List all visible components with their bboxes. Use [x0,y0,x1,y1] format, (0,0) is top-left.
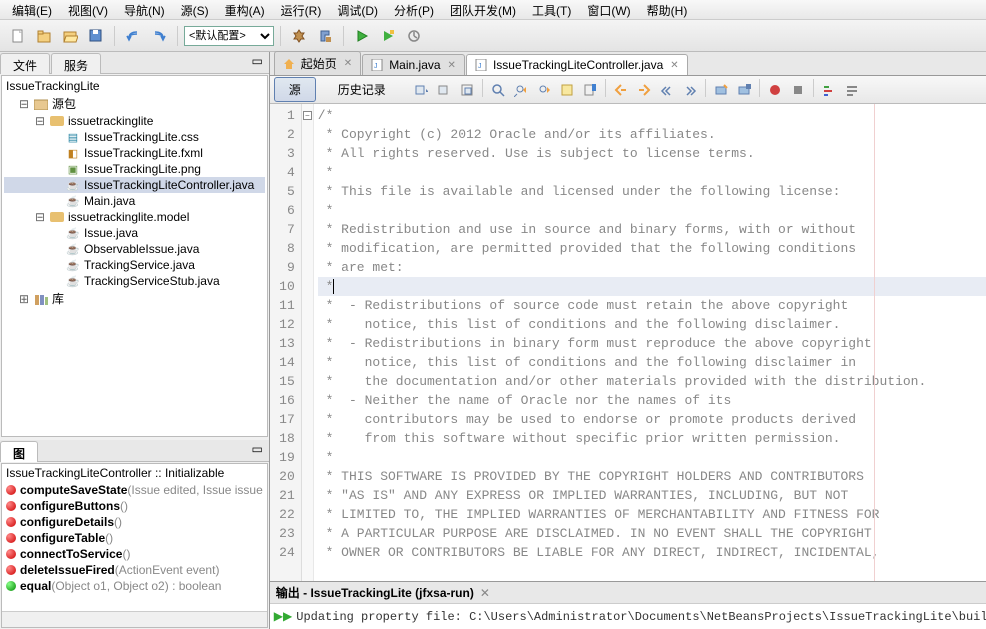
fold-toggle[interactable]: − [303,111,312,120]
code-content[interactable]: /* * Copyright (c) 2012 Oracle and/or it… [314,104,986,581]
tree-file[interactable]: ☕IssueTrackingLiteController.java [4,177,265,193]
profile-button[interactable] [402,24,426,48]
margin-guide [874,104,875,581]
toggle-highlight-button[interactable] [556,79,578,101]
toggle-bookmark-button[interactable] [579,79,601,101]
start-macro-button[interactable] [710,79,732,101]
nav-class-title: IssueTrackingLiteController :: Initializ… [2,464,267,482]
menu-item[interactable]: 源(S) [173,2,217,17]
svg-text:J: J [374,63,378,70]
run-button[interactable] [350,24,374,48]
history-view-button[interactable]: 历史记录 [324,78,400,101]
editor-tabs: 起始页✕JMain.java✕JIssueTrackingLiteControl… [270,52,986,76]
nav-member[interactable]: configureButtons() [2,498,267,514]
menu-item[interactable]: 视图(V) [60,2,116,17]
code-editor[interactable]: 123456789101112131415161718192021222324 … [270,104,986,581]
tree-file[interactable]: ☕TrackingService.java [4,257,265,273]
tree-file[interactable]: ☕ObservableIssue.java [4,241,265,257]
tab-close-icon[interactable]: ✕ [670,60,678,71]
nav-tabs: 图 ▭ [0,440,269,462]
run-output-icon[interactable]: ▶▶ [274,609,292,624]
config-select[interactable]: <默认配置> [184,26,274,46]
editor-tab[interactable]: 起始页✕ [274,51,361,75]
tab-close-icon[interactable]: ✕ [344,58,352,69]
tree-file[interactable]: ☕Issue.java [4,225,265,241]
nav-member[interactable]: connectToService() [2,546,267,562]
save-all-button[interactable] [84,24,108,48]
stop-button[interactable] [787,79,809,101]
tree-file[interactable]: ▤IssueTrackingLite.css [4,129,265,145]
uncomment-button[interactable] [841,79,863,101]
debug-button[interactable] [376,24,400,48]
tree-file[interactable]: ▣IssueTrackingLite.png [4,161,265,177]
left-tabs: 文件 服务 ▭ [0,52,269,74]
source-view-button[interactable]: 源 [274,77,316,102]
editor-tab[interactable]: JMain.java✕ [362,54,465,75]
tab-close-icon[interactable]: ✕ [448,60,456,71]
find-next-button[interactable] [533,79,555,101]
clean-build-button[interactable] [313,24,337,48]
nav-member[interactable]: computeSaveState(Issue edited, Issue iss… [2,482,267,498]
menu-item[interactable]: 工具(T) [524,2,579,17]
output-title[interactable]: 输出 - IssueTrackingLite (jfxsa-run)✕ [270,582,986,604]
nav-member[interactable]: configureTable() [2,530,267,546]
nav-fwd-button[interactable] [433,79,455,101]
nav-member[interactable]: equal(Object o1, Object o2) : boolean [2,578,267,594]
record-button[interactable] [764,79,786,101]
nav-scrollbar[interactable] [2,611,267,627]
new-project-button[interactable] [32,24,56,48]
editor-tab[interactable]: JIssueTrackingLiteController.java✕ [466,54,688,75]
tree-file[interactable]: ◧IssueTrackingLite.fxml [4,145,265,161]
prev-bookmark-button[interactable] [610,79,632,101]
open-button[interactable] [58,24,82,48]
tree-file[interactable]: ☕TrackingServiceStub.java [4,273,265,289]
undo-button[interactable] [121,24,145,48]
tab-files[interactable]: 文件 [0,53,50,74]
new-file-button[interactable] [6,24,30,48]
line-gutter[interactable]: 123456789101112131415161718192021222324 [270,104,302,581]
tab-navigator[interactable]: 图 [0,441,38,462]
minimize-nav-icon[interactable]: ▭ [245,440,268,461]
menu-item[interactable]: 团队开发(M) [442,2,524,17]
find-prev-button[interactable] [510,79,532,101]
redo-button[interactable] [147,24,171,48]
menu-item[interactable]: 运行(R) [273,2,330,17]
menu-bar: 编辑(E)视图(V)导航(N)源(S)重构(A)运行(R)调试(D)分析(P)团… [0,0,986,20]
svg-text:J: J [478,63,482,70]
editor-toolbar: 源 历史记录 [270,76,986,104]
main-toolbar: <默认配置> [0,20,986,52]
tree-lib[interactable]: ⊞库 [4,289,265,308]
nav-member[interactable]: configureDetails() [2,514,267,530]
nav-back-button[interactable] [410,79,432,101]
menu-item[interactable]: 调试(D) [329,2,386,17]
project-tree[interactable]: IssueTrackingLite ⊟源包 ⊟issuetrackinglite… [1,75,268,437]
tree-pkg-2[interactable]: ⊟issuetrackinglite.model [4,209,265,225]
tab-services[interactable]: 服务 [51,53,101,74]
build-button[interactable] [287,24,311,48]
stop-macro-button[interactable] [733,79,755,101]
menu-item[interactable]: 导航(N) [116,2,173,17]
tree-root[interactable]: IssueTrackingLite [4,78,265,94]
menu-item[interactable]: 窗口(W) [579,2,638,17]
menu-item[interactable]: 编辑(E) [4,2,60,17]
output-panel: 输出 - IssueTrackingLite (jfxsa-run)✕ ▶▶ U… [270,581,986,629]
find-sel-button[interactable] [487,79,509,101]
output-body[interactable]: ▶▶ Updating property file: C:\Users\Admi… [270,604,986,629]
comment-button[interactable] [818,79,840,101]
tree-file[interactable]: ☕Main.java [4,193,265,209]
menu-item[interactable]: 帮助(H) [639,2,696,17]
navigator-panel[interactable]: IssueTrackingLiteController :: Initializ… [1,463,268,628]
menu-item[interactable]: 分析(P) [386,2,442,17]
minimize-icon[interactable]: ▭ [245,52,268,73]
tree-srcpkg[interactable]: ⊟源包 [4,94,265,113]
menu-item[interactable]: 重构(A) [217,2,273,17]
fold-gutter[interactable]: − [302,104,314,581]
shift-right-button[interactable] [679,79,701,101]
output-close-icon[interactable]: ✕ [480,586,490,600]
nav-member[interactable]: deleteIssueFired(ActionEvent event) [2,562,267,578]
next-bookmark-button[interactable] [633,79,655,101]
shift-left-button[interactable] [656,79,678,101]
nav-last-button[interactable] [456,79,478,101]
tree-pkg-1[interactable]: ⊟issuetrackinglite [4,113,265,129]
